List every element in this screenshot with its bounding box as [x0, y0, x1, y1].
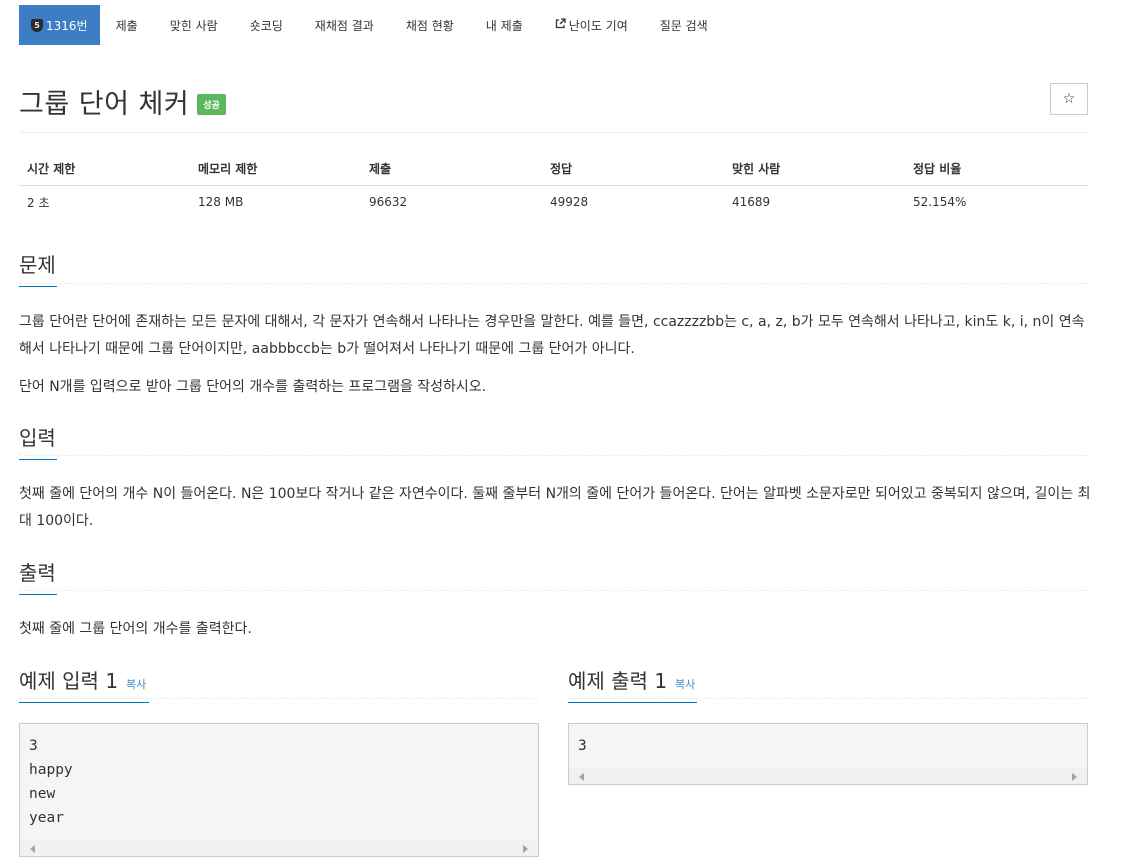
section-heading-input-label: 입력 — [19, 426, 56, 450]
scroll-left-arrow-icon[interactable] — [30, 845, 35, 853]
nav-tab-questions[interactable]: 질문 검색 — [644, 5, 724, 45]
section-heading-output-label: 출력 — [19, 561, 56, 585]
sample-input-heading: 예제 입력 1 복사 — [19, 665, 149, 703]
star-icon: ☆ — [1062, 91, 1076, 107]
nav-tab-difficulty[interactable]: 난이도 기여 — [539, 5, 644, 45]
sample-input-heading-label: 예제 입력 1 — [19, 669, 119, 693]
favorite-star-button[interactable]: ☆ — [1050, 83, 1088, 115]
nav-tab-submit[interactable]: 제출 — [100, 5, 154, 45]
nav-tab-shortcoding[interactable]: 숏코딩 — [234, 5, 299, 45]
nav-tab-status[interactable]: 채점 현황 — [390, 5, 470, 45]
section-divider — [19, 455, 1088, 457]
section-underline — [568, 702, 697, 703]
horizontal-scrollbar[interactable] — [20, 840, 538, 856]
nav-tab-difficulty-label: 난이도 기여 — [568, 18, 628, 33]
section-underline — [19, 594, 57, 595]
output-paragraph: 첫째 줄에 그룹 단어의 개수를 출력한다. — [19, 621, 252, 637]
info-value-submissions: 96632 — [369, 195, 408, 209]
sample-input-text: 3 happy new year — [29, 738, 73, 826]
nav-tab-solvers[interactable]: 맞힌 사람 — [154, 5, 234, 45]
scroll-right-arrow-icon[interactable] — [1072, 773, 1077, 781]
info-value-memory: 128 MB — [198, 195, 244, 209]
copy-sample-input-button[interactable]: 복사 — [126, 678, 146, 691]
info-value-time: 2 초 — [27, 195, 50, 210]
sample-output-heading-label: 예제 출력 1 — [568, 669, 668, 693]
sample-output-text: 3 — [578, 738, 587, 754]
info-value-accepted: 49928 — [550, 195, 589, 209]
section-underline — [19, 286, 57, 287]
section-divider — [568, 698, 1088, 700]
external-link-icon — [555, 18, 566, 32]
section-heading-description-label: 문제 — [19, 253, 56, 277]
section-underline — [19, 702, 149, 703]
horizontal-scrollbar[interactable] — [569, 768, 1087, 784]
section-divider — [19, 283, 1088, 285]
problem-title-row: 그룹 단어 체커 성공 — [19, 82, 226, 121]
section-heading-output: 출력 — [19, 557, 57, 595]
section-divider — [19, 590, 1088, 592]
section-heading-description: 문제 — [19, 249, 57, 287]
status-badge: 성공 — [197, 94, 226, 115]
description-paragraph-2: 단어 N개를 입력으로 받아 그룹 단어의 개수를 출력하는 프로그램을 작성하… — [19, 379, 487, 395]
tier-badge-icon: 5 — [31, 18, 43, 32]
section-underline — [19, 459, 57, 460]
nav-tab-rejudge[interactable]: 재채점 결과 — [299, 5, 390, 45]
sample-output-heading: 예제 출력 1 복사 — [568, 665, 697, 703]
sample-output-box[interactable]: 3 — [568, 723, 1088, 785]
sample-input-box[interactable]: 3 happy new year — [19, 723, 539, 857]
info-table-row: 2 초 128 MB 96632 49928 41689 52.154% — [19, 186, 1088, 219]
info-header-solvers: 맞힌 사람 — [724, 152, 905, 186]
problem-nav: 5 1316번 제출 맞힌 사람 숏코딩 재채점 결과 채점 현황 내 제출 난… — [19, 5, 724, 45]
info-header-time: 시간 제한 — [19, 152, 190, 186]
info-value-ratio: 52.154% — [913, 195, 967, 209]
title-divider — [19, 132, 1088, 133]
nav-tab-my-submissions[interactable]: 내 제출 — [470, 5, 539, 45]
scroll-left-arrow-icon[interactable] — [579, 773, 584, 781]
info-table-header-row: 시간 제한 메모리 제한 제출 정답 맞힌 사람 정답 비율 — [19, 152, 1088, 186]
nav-tab-problem[interactable]: 5 1316번 — [19, 5, 100, 45]
copy-sample-output-button[interactable]: 복사 — [675, 678, 695, 691]
nav-tab-problem-label: 1316번 — [46, 18, 88, 33]
problem-info-table: 시간 제한 메모리 제한 제출 정답 맞힌 사람 정답 비율 2 초 128 M… — [19, 152, 1088, 218]
info-header-submissions: 제출 — [361, 152, 542, 186]
section-heading-input: 입력 — [19, 422, 57, 460]
info-header-accepted: 정답 — [542, 152, 724, 186]
info-value-solvers: 41689 — [732, 195, 771, 209]
input-paragraph: 첫째 줄에 단어의 개수 N이 들어온다. N은 100보다 작거나 같은 자연… — [19, 486, 1091, 529]
info-header-ratio: 정답 비율 — [905, 152, 1088, 186]
section-divider — [19, 698, 539, 700]
scroll-right-arrow-icon[interactable] — [523, 845, 528, 853]
description-paragraph-1: 그룹 단어란 단어에 존재하는 모든 문자에 대해서, 각 문자가 연속해서 나… — [19, 314, 1085, 357]
info-header-memory: 메모리 제한 — [190, 152, 361, 186]
problem-title: 그룹 단어 체커 — [19, 89, 190, 120]
